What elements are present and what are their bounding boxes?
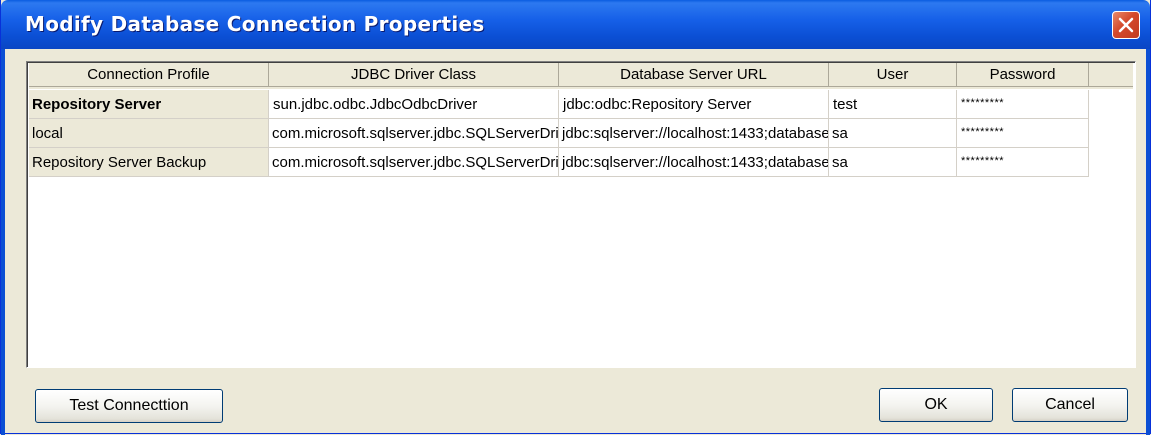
- close-button[interactable]: [1112, 11, 1140, 39]
- cell-user[interactable]: test: [829, 90, 957, 119]
- cell-password[interactable]: *********: [957, 119, 1089, 148]
- window-border-left: [1, 49, 5, 435]
- ok-button[interactable]: OK: [879, 388, 993, 422]
- window-title: Modify Database Connection Properties: [25, 12, 485, 36]
- column-header-connection-profile[interactable]: Connection Profile: [29, 63, 269, 87]
- cell-user[interactable]: sa: [829, 148, 957, 177]
- cell-jdbc-driver-class[interactable]: com.microsoft.sqlserver.jdbc.SQLServerDr…: [269, 119, 559, 148]
- column-header-filler: [1089, 63, 1133, 87]
- column-header-jdbc-driver-class[interactable]: JDBC Driver Class: [269, 63, 559, 87]
- cell-user[interactable]: sa: [829, 119, 957, 148]
- window-border-right: [1146, 49, 1150, 435]
- title-bar[interactable]: Modify Database Connection Properties: [1, 0, 1150, 49]
- cell-database-server-url[interactable]: jdbc:odbc:Repository Server: [559, 90, 829, 119]
- close-icon: [1118, 17, 1134, 33]
- column-header-password[interactable]: Password: [957, 63, 1089, 87]
- test-connection-button[interactable]: Test Connecttion: [35, 389, 223, 423]
- dialog-window: Modify Database Connection Properties Co…: [0, 0, 1151, 435]
- table-header: Connection Profile JDBC Driver Class Dat…: [29, 63, 1133, 89]
- cell-database-server-url[interactable]: jdbc:sqlserver://localhost:1433;database…: [559, 148, 829, 177]
- connection-table[interactable]: Connection Profile JDBC Driver Class Dat…: [26, 61, 1136, 368]
- column-header-database-server-url[interactable]: Database Server URL: [559, 63, 829, 87]
- cell-jdbc-driver-class[interactable]: sun.jdbc.odbc.JdbcOdbcDriver: [269, 90, 559, 119]
- cell-connection-profile[interactable]: local: [29, 119, 269, 148]
- cell-jdbc-driver-class[interactable]: com.microsoft.sqlserver.jdbc.SQLServerDr…: [269, 148, 559, 177]
- column-header-user[interactable]: User: [829, 63, 957, 87]
- cell-password[interactable]: *********: [957, 90, 1089, 119]
- cell-connection-profile[interactable]: Repository Server: [29, 90, 269, 119]
- cancel-button[interactable]: Cancel: [1012, 388, 1128, 422]
- cell-password[interactable]: *********: [957, 148, 1089, 177]
- cell-connection-profile[interactable]: Repository Server Backup: [29, 148, 269, 177]
- cell-database-server-url[interactable]: jdbc:sqlserver://localhost:1433;database…: [559, 119, 829, 148]
